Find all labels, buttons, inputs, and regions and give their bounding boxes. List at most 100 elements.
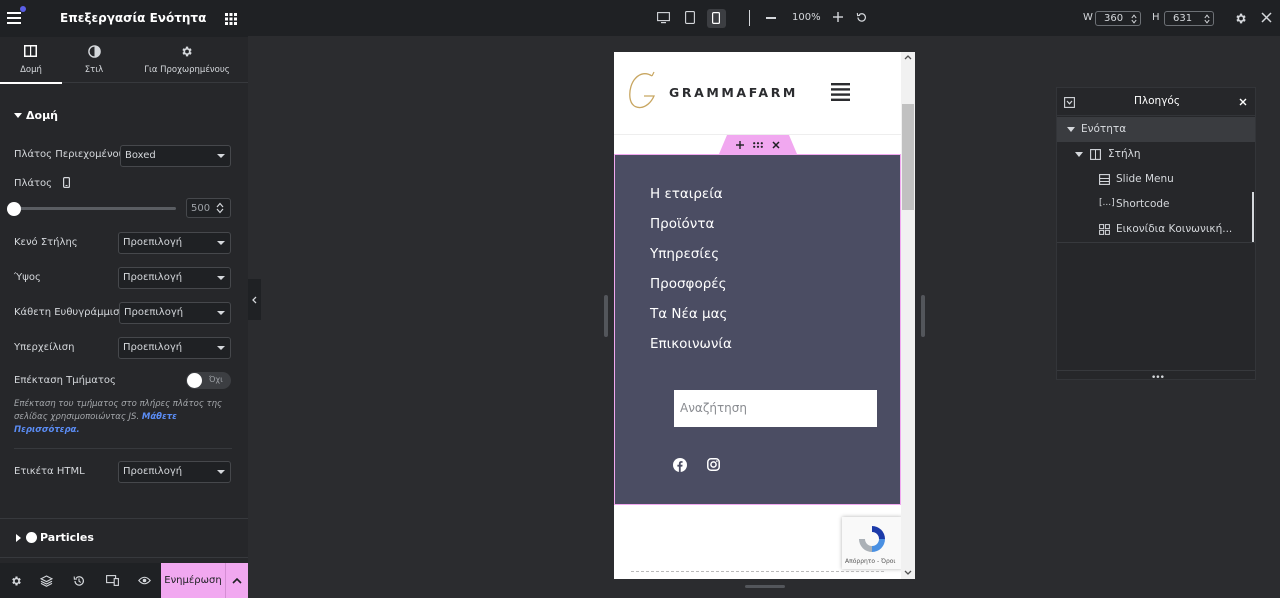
- column-gap-select[interactable]: Προεπιλογή: [118, 232, 231, 254]
- facebook-icon[interactable]: [673, 458, 687, 472]
- menu-link-contact[interactable]: Επικοινωνία: [650, 336, 732, 352]
- panel-header: Επεξεργασία Ενότητα: [0, 0, 248, 37]
- viewport-width-input[interactable]: 360: [1095, 11, 1141, 26]
- close-navigator-icon[interactable]: [1239, 98, 1247, 106]
- html-tag-value: Προεπιλογή: [123, 466, 183, 477]
- divider: [1057, 242, 1255, 243]
- hamburger-menu-icon[interactable]: [7, 12, 21, 24]
- navigator-item-label: Εικονίδια Κοινωνική...: [1116, 223, 1233, 235]
- tab-advanced-label: Για Προχωρημένους: [144, 65, 230, 75]
- vertical-align-select[interactable]: Προεπιλογή: [119, 302, 231, 324]
- overflow-value: Προεπιλογή: [123, 342, 183, 353]
- recaptcha-terms[interactable]: Απόρρητο - Όροι: [845, 558, 895, 565]
- height-select[interactable]: Προεπιλογή: [118, 267, 231, 289]
- stepper-arrows-icon[interactable]: [216, 202, 224, 214]
- menu-link-services[interactable]: Υπηρεσίες: [650, 246, 719, 262]
- mobile-device-icon: [712, 12, 720, 24]
- chevron-down-icon: [217, 276, 225, 280]
- scrollbar-up-arrow[interactable]: [904, 55, 912, 60]
- divider: [14, 448, 232, 449]
- delete-section-icon[interactable]: [772, 140, 780, 149]
- reset-zoom-icon[interactable]: [856, 12, 867, 23]
- layers-icon[interactable]: [30, 563, 62, 598]
- recaptcha-logo-icon: [859, 526, 885, 552]
- gear-icon: [180, 45, 193, 58]
- menu-section[interactable]: Η εταιρεία Προϊόντα Υπηρεσίες Προσφορές …: [614, 154, 901, 505]
- recaptcha-badge[interactable]: Απόρρητο - Όροι: [842, 517, 902, 569]
- caret-down-icon: [14, 113, 22, 118]
- mobile-device-button[interactable]: [707, 9, 726, 28]
- mobile-menu-toggle-icon[interactable]: [831, 83, 850, 101]
- column-gap-label: Κενό Στήλης: [14, 237, 78, 248]
- toggle-state-label: Όχι: [209, 375, 223, 384]
- preview-scrollbar[interactable]: [901, 52, 915, 579]
- width-slider-handle[interactable]: [7, 202, 21, 216]
- tab-layout[interactable]: Δομή: [0, 37, 62, 84]
- drag-section-icon[interactable]: [753, 141, 763, 148]
- scrollbar-down-arrow[interactable]: [904, 570, 912, 575]
- html-tag-select[interactable]: Προεπιλογή: [118, 461, 231, 483]
- desktop-device-icon[interactable]: [657, 12, 670, 24]
- content-width-value: Boxed: [125, 150, 156, 161]
- width-number-input[interactable]: 500: [186, 198, 231, 218]
- menu-link-company[interactable]: Η εταιρεία: [650, 186, 723, 202]
- tab-advanced[interactable]: Για Προχωρημένους: [126, 37, 248, 83]
- stretch-help-body: Επέκταση του τμήματος στο πλήρες πλάτος …: [14, 399, 223, 422]
- widgets-grid-icon[interactable]: [225, 13, 237, 25]
- zoom-in-icon[interactable]: [833, 12, 843, 22]
- scrollbar-thumb[interactable]: [902, 104, 914, 210]
- toggle-knob: [187, 373, 202, 388]
- history-icon[interactable]: [63, 563, 95, 598]
- canvas-resize-handle-left[interactable]: [604, 295, 608, 337]
- editor-panel: Επεξεργασία Ενότητα Δομή Στιλ Για Προχωρ…: [0, 0, 248, 598]
- add-section-icon[interactable]: [735, 140, 744, 149]
- width-label: W: [1083, 12, 1093, 23]
- caret-down-icon: [1067, 127, 1075, 132]
- menu-link-products[interactable]: Προϊόντα: [650, 216, 714, 232]
- panel-tabs: Δομή Στιλ Για Προχωρημένους: [0, 37, 248, 84]
- canvas-resize-handle-bottom[interactable]: [745, 585, 785, 588]
- responsive-mode-icon[interactable]: [96, 563, 128, 598]
- instagram-icon[interactable]: [707, 458, 720, 471]
- zoom-out-icon[interactable]: [766, 17, 776, 19]
- mobile-device-icon[interactable]: [63, 177, 70, 188]
- search-input[interactable]: Αναζήτηση: [674, 390, 877, 427]
- collapse-all-icon[interactable]: [1064, 97, 1075, 108]
- close-responsive-icon[interactable]: [1261, 12, 1272, 23]
- navigator-item-section[interactable]: Ενότητα: [1057, 117, 1255, 142]
- collapse-panel-handle[interactable]: [248, 279, 261, 320]
- content-width-label: Πλάτος Περιεχομένου: [14, 149, 125, 160]
- update-options-chevron-up-icon[interactable]: [225, 563, 248, 598]
- divider: [1057, 370, 1255, 371]
- menu-link-news[interactable]: Τα Νέα μας: [650, 306, 727, 322]
- stretch-help-text: Επέκταση του τμήματος στο πλήρες πλάτος …: [14, 398, 228, 437]
- tablet-device-icon[interactable]: [685, 11, 695, 24]
- viewport-height-input[interactable]: 631: [1164, 11, 1214, 26]
- preview-eye-icon[interactable]: [128, 563, 160, 598]
- settings-gear-icon[interactable]: [0, 563, 32, 598]
- section-layout-toggle[interactable]: Δομή: [14, 109, 234, 123]
- stretch-section-label: Επέκταση Τμήματος: [14, 375, 116, 386]
- navigator-panel: Πλοηγός Ενότητα Στήλη Slide Menu [...] S…: [1056, 87, 1256, 383]
- menu-link-offers[interactable]: Προσφορές: [650, 276, 727, 292]
- width-slider-track[interactable]: [14, 207, 176, 210]
- tab-style[interactable]: Στιλ: [62, 37, 126, 83]
- settings-gear-icon[interactable]: [1234, 12, 1247, 25]
- navigator-item-social-icons[interactable]: Εικονίδια Κοινωνική...: [1057, 217, 1255, 242]
- section-particles-toggle[interactable]: Particles: [14, 531, 234, 545]
- caret-right-icon: [16, 534, 21, 542]
- navigator-item-slide-menu[interactable]: Slide Menu: [1057, 167, 1255, 192]
- stretch-section-toggle[interactable]: Όχι: [186, 372, 231, 389]
- navigator-item-label: Slide Menu: [1116, 173, 1174, 185]
- slide-menu-widget-icon: [1099, 174, 1110, 185]
- navigator-resize-handle-icon[interactable]: •••: [1151, 373, 1165, 383]
- panel-title: Επεξεργασία Ενότητα: [60, 11, 207, 25]
- navigator-item-column[interactable]: Στήλη: [1057, 142, 1255, 167]
- vertical-align-label: Κάθετη Ευθυγράμμιση: [14, 307, 126, 318]
- canvas-resize-handle-right[interactable]: [921, 295, 925, 337]
- dashed-drop-zone: [631, 571, 884, 572]
- navigator-item-shortcode[interactable]: [...] Shortcode: [1057, 192, 1255, 217]
- update-button[interactable]: Ενημέρωση: [161, 563, 225, 598]
- content-width-select[interactable]: Boxed: [120, 145, 231, 167]
- overflow-select[interactable]: Προεπιλογή: [118, 337, 231, 359]
